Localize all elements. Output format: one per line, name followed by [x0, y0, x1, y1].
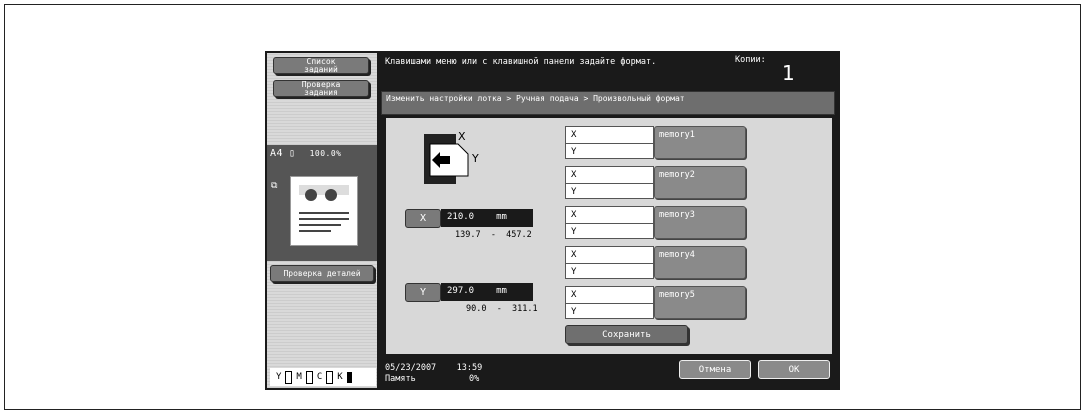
job-list-label: Список заданий: [304, 56, 338, 74]
y-value: 297.0: [447, 286, 475, 296]
toner-m-label: M: [296, 372, 302, 382]
memory5-button[interactable]: memory5: [654, 286, 746, 319]
y-range: 90.0 - 311.1: [466, 304, 538, 314]
memory4-xy-field: X Y: [565, 246, 654, 279]
memory3-y: Y: [571, 227, 577, 237]
memory5-y: Y: [571, 307, 577, 317]
datetime: 05/23/2007 13:59: [385, 363, 483, 373]
copies-label: Копии:: [735, 55, 766, 65]
memory5-x: X: [566, 287, 653, 304]
cancel-button[interactable]: Отмена: [679, 360, 751, 379]
memory3-button[interactable]: memory3: [654, 206, 746, 239]
job-check-button[interactable]: Проверка задания: [273, 80, 369, 97]
memory5-xy-field: X Y: [565, 286, 654, 319]
memory3-xy-field: X Y: [565, 206, 654, 239]
x-value-display[interactable]: 210.0 mm: [441, 209, 533, 227]
memory2-x: X: [566, 167, 653, 184]
toner-m-bar: [305, 370, 313, 384]
toner-k-label: K: [337, 372, 343, 382]
y-value-display[interactable]: 297.0 mm: [441, 283, 533, 301]
ok-button[interactable]: OK: [758, 360, 830, 379]
copies-count: 1: [782, 61, 795, 85]
orientation-icon: ▯: [289, 147, 296, 159]
save-button[interactable]: Сохранить: [565, 325, 688, 344]
manual-feed-icon: X Y: [420, 128, 480, 188]
x-range: 139.7 - 457.2: [455, 230, 532, 240]
memory4-y: Y: [571, 267, 577, 277]
toner-indicator: Y M C K: [270, 368, 376, 386]
toner-c-label: C: [316, 372, 323, 382]
preview-content-icon: [299, 185, 349, 232]
instruction-message: Клавишами меню или с клавишной панели за…: [385, 57, 657, 67]
status-bar: 05/23/2007 13:59 Память 0% Отмена OK: [377, 357, 838, 388]
toner-k-bar: [346, 371, 352, 383]
job-list-button[interactable]: Список заданий: [273, 57, 369, 74]
x-axis-button[interactable]: X: [405, 209, 441, 228]
y-axis-button[interactable]: Y: [405, 283, 441, 302]
memory1-xy-field: X Y: [565, 126, 654, 159]
memory-label: Память: [385, 374, 416, 384]
memory-value: 0%: [469, 374, 480, 384]
toner-y-bar: [285, 370, 293, 384]
memory2-y: Y: [571, 187, 577, 197]
check-details-button[interactable]: Проверка деталей: [270, 265, 374, 282]
message-bar: Клавишами меню или с клавишной панели за…: [377, 53, 838, 90]
toner-c-bar: [326, 370, 334, 384]
memory4-button[interactable]: memory4: [654, 246, 746, 279]
svg-text:X: X: [458, 130, 466, 143]
memory1-y: Y: [571, 147, 577, 157]
zoom-level: 100.0%: [309, 148, 342, 158]
svg-text:Y: Y: [471, 152, 479, 165]
x-unit: mm: [496, 212, 507, 222]
memory3-x: X: [566, 207, 653, 224]
toner-y-label: Y: [276, 372, 282, 382]
memory2-button[interactable]: memory2: [654, 166, 746, 199]
paper-status: A4 ▯ 100.0%: [270, 147, 376, 159]
x-value: 210.0: [447, 212, 475, 222]
y-unit: mm: [496, 286, 507, 296]
memory4-x: X: [566, 247, 653, 264]
job-check-label: Проверка задания: [301, 79, 341, 97]
paper-size: A4: [270, 147, 284, 159]
breadcrumb: Изменить настройки лотка > Ручная подача…: [381, 91, 835, 115]
memory1-x: X: [566, 127, 653, 144]
memory1-button[interactable]: memory1: [654, 126, 746, 159]
memory2-xy-field: X Y: [565, 166, 654, 199]
page-preview-thumbnail: [290, 176, 358, 246]
check-details-label: Проверка деталей: [283, 268, 361, 278]
two-up-icon: ⧉: [271, 181, 278, 191]
